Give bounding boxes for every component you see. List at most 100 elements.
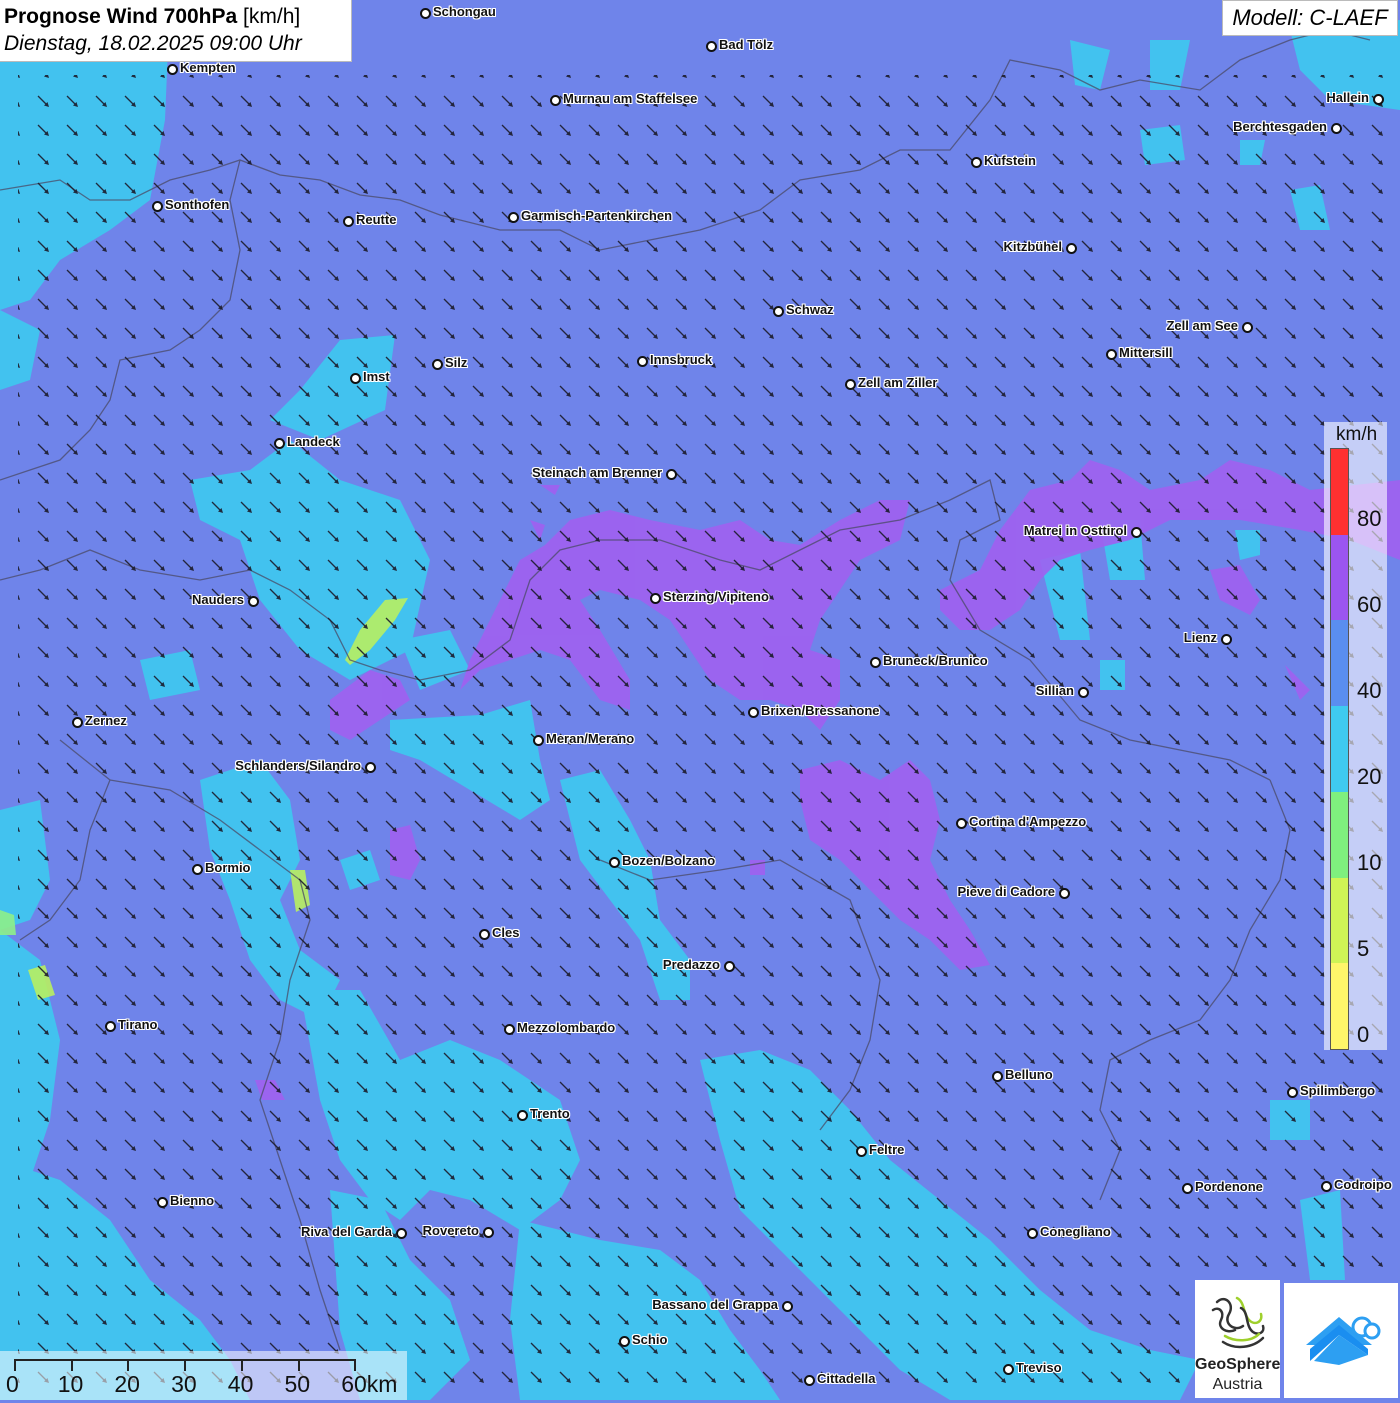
city-label[interactable]: Bad Tölz (719, 37, 773, 52)
city-marker[interactable] (869, 656, 881, 668)
city-label[interactable]: Kempten (180, 60, 236, 75)
city-label[interactable]: Innsbruck (650, 352, 712, 367)
city-label[interactable]: Imst (363, 369, 390, 384)
city-marker[interactable] (151, 200, 163, 212)
city-label[interactable]: Cittadella (817, 1371, 876, 1386)
city-marker[interactable] (364, 761, 376, 773)
city-label[interactable]: Bruneck/Brunico (883, 653, 988, 668)
city-label[interactable]: Bormio (205, 860, 251, 875)
city-marker[interactable] (1065, 242, 1077, 254)
city-label[interactable]: Hallein (1326, 90, 1369, 105)
city-label[interactable]: Sterzing/Vipiteno (663, 589, 769, 604)
city-label[interactable]: Codroipo (1334, 1177, 1392, 1192)
city-label[interactable]: Feltre (869, 1142, 904, 1157)
city-marker[interactable] (855, 1145, 867, 1157)
city-label[interactable]: Meran/Merano (546, 731, 634, 746)
city-label[interactable]: Matrei in Osttirol (1024, 523, 1127, 538)
city-marker[interactable] (608, 856, 620, 868)
city-label[interactable]: Murnau am Staffelsee (563, 91, 697, 106)
city-label[interactable]: Kitzbühel (1004, 239, 1063, 254)
city-marker[interactable] (1002, 1363, 1014, 1375)
city-marker[interactable] (71, 716, 83, 728)
city-marker[interactable] (649, 592, 661, 604)
city-marker[interactable] (991, 1070, 1003, 1082)
city-label[interactable]: Zell am See (1166, 318, 1238, 333)
city-label[interactable]: Pieve di Cadore (957, 884, 1055, 899)
city-label[interactable]: Schio (632, 1332, 667, 1347)
city-marker[interactable] (1058, 887, 1070, 899)
city-label[interactable]: Bozen/Bolzano (622, 853, 715, 868)
city-marker[interactable] (247, 595, 259, 607)
city-marker[interactable] (1372, 93, 1384, 105)
city-label[interactable]: Riva del Garda (301, 1224, 392, 1239)
city-marker[interactable] (781, 1300, 793, 1312)
city-label[interactable]: Schwaz (786, 302, 834, 317)
city-label[interactable]: Tirano (118, 1017, 158, 1032)
city-marker[interactable] (723, 960, 735, 972)
city-marker[interactable] (166, 63, 178, 75)
city-label[interactable]: Predazzo (663, 957, 720, 972)
city-label[interactable]: Pordenone (1195, 1179, 1263, 1194)
city-marker[interactable] (419, 7, 431, 19)
city-marker[interactable] (970, 156, 982, 168)
city-marker[interactable] (955, 817, 967, 829)
city-label[interactable]: Nauders (192, 592, 244, 607)
city-marker[interactable] (1320, 1180, 1332, 1192)
city-marker[interactable] (1286, 1086, 1298, 1098)
city-label[interactable]: Sonthofen (165, 197, 229, 212)
city-marker[interactable] (191, 863, 203, 875)
city-marker[interactable] (636, 355, 648, 367)
city-marker[interactable] (395, 1227, 407, 1239)
city-label[interactable]: Conegliano (1040, 1224, 1111, 1239)
city-marker[interactable] (1330, 122, 1342, 134)
city-marker[interactable] (503, 1023, 515, 1035)
city-marker[interactable] (772, 305, 784, 317)
city-label[interactable]: Brixen/Bressanone (761, 703, 880, 718)
city-label[interactable]: Bienno (170, 1193, 214, 1208)
city-label[interactable]: Mittersill (1119, 345, 1172, 360)
city-label[interactable]: Berchtesgaden (1233, 119, 1327, 134)
city-label[interactable]: Zell am Ziller (858, 375, 937, 390)
city-marker[interactable] (844, 378, 856, 390)
city-marker[interactable] (104, 1020, 116, 1032)
city-label[interactable]: Garmisch-Partenkirchen (521, 208, 672, 223)
city-label[interactable]: Spilimbergo (1300, 1083, 1375, 1098)
city-label[interactable]: Cles (492, 925, 519, 940)
city-label[interactable]: Trento (530, 1106, 570, 1121)
city-marker[interactable] (349, 372, 361, 384)
city-marker[interactable] (342, 215, 354, 227)
city-label[interactable]: Treviso (1016, 1360, 1062, 1375)
city-marker[interactable] (618, 1335, 630, 1347)
city-label[interactable]: Sillian (1036, 683, 1074, 698)
city-marker[interactable] (478, 928, 490, 940)
city-marker[interactable] (507, 211, 519, 223)
warnings-app-logo[interactable] (1284, 1283, 1398, 1398)
city-marker[interactable] (482, 1226, 494, 1238)
city-label[interactable]: Bassano del Grappa (652, 1297, 778, 1312)
city-label[interactable]: Schlanders/Silandro (235, 758, 361, 773)
city-marker[interactable] (1077, 686, 1089, 698)
city-marker[interactable] (549, 94, 561, 106)
city-marker[interactable] (156, 1196, 168, 1208)
city-label[interactable]: Mezzolombardo (517, 1020, 615, 1035)
city-marker[interactable] (1220, 633, 1232, 645)
city-marker[interactable] (532, 734, 544, 746)
city-marker[interactable] (803, 1374, 815, 1386)
city-marker[interactable] (1181, 1182, 1193, 1194)
city-marker[interactable] (273, 437, 285, 449)
city-marker[interactable] (747, 706, 759, 718)
city-label[interactable]: Landeck (287, 434, 340, 449)
city-marker[interactable] (516, 1109, 528, 1121)
city-marker[interactable] (705, 40, 717, 52)
city-marker[interactable] (1130, 526, 1142, 538)
city-label[interactable]: Lienz (1184, 630, 1217, 645)
city-label[interactable]: Cortina d'Ampezzo (969, 814, 1086, 829)
city-label[interactable]: Silz (445, 355, 467, 370)
city-marker[interactable] (1241, 321, 1253, 333)
city-marker[interactable] (1026, 1227, 1038, 1239)
city-label[interactable]: Steinach am Brenner (532, 465, 662, 480)
city-marker[interactable] (431, 358, 443, 370)
city-label[interactable]: Zernez (85, 713, 127, 728)
city-label[interactable]: Kufstein (984, 153, 1036, 168)
city-label[interactable]: Rovereto (423, 1223, 479, 1238)
